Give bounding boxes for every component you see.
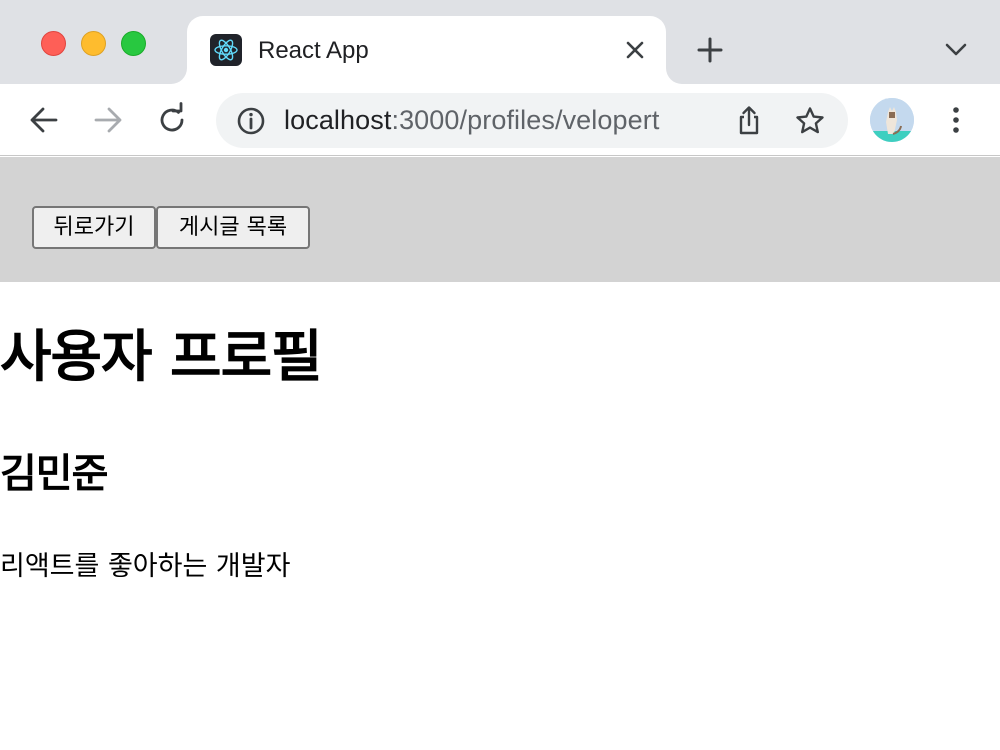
plus-icon[interactable] — [694, 34, 726, 66]
react-logo-icon — [210, 34, 242, 66]
window-minimize-button[interactable] — [81, 31, 106, 56]
arrow-right-icon[interactable] — [90, 102, 126, 138]
profile-avatar[interactable] — [870, 98, 914, 142]
chevron-down-icon[interactable] — [940, 36, 972, 64]
kebab-menu-icon[interactable] — [942, 102, 970, 138]
tab-title: React App — [258, 37, 369, 64]
arrow-left-icon[interactable] — [26, 102, 62, 138]
window-zoom-button[interactable] — [121, 31, 146, 56]
reload-icon[interactable] — [154, 102, 190, 138]
page-viewport: 뒤로가기 게시글 목록 사용자 프로필 김민준 리액트를 좋아하는 개발자 — [0, 157, 1000, 750]
star-icon[interactable] — [794, 105, 826, 137]
page-header: 뒤로가기 게시글 목록 — [0, 157, 1000, 282]
tab-strip: React App — [0, 0, 1000, 84]
active-tab[interactable]: React App — [187, 16, 666, 84]
profile-description: 리액트를 좋아하는 개발자 — [0, 551, 291, 582]
window-close-button[interactable] — [41, 31, 66, 56]
url-host: localhost — [284, 105, 392, 135]
url-text[interactable]: localhost:3000/profiles/velopert — [284, 105, 659, 136]
close-icon[interactable] — [621, 36, 649, 64]
browser-toolbar: localhost:3000/profiles/velopert — [0, 84, 1000, 156]
address-bar[interactable]: localhost:3000/profiles/velopert — [216, 93, 848, 148]
page-title: 사용자 프로필 — [0, 325, 323, 390]
back-button[interactable]: 뒤로가기 — [32, 206, 156, 249]
articles-button[interactable]: 게시글 목록 — [156, 206, 310, 249]
url-path: :3000/profiles/velopert — [391, 105, 660, 135]
share-icon[interactable] — [734, 105, 764, 137]
info-icon[interactable] — [236, 106, 266, 136]
profile-name: 김민준 — [0, 451, 108, 497]
